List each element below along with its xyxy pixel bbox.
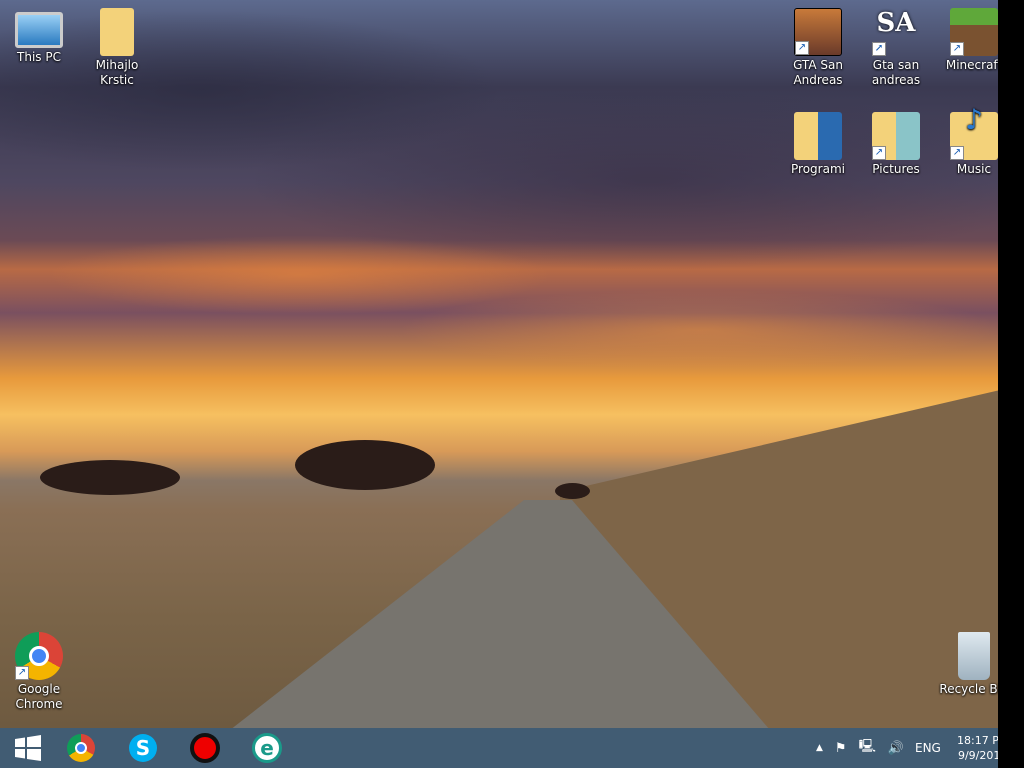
pictures-folder-icon: ↗ (872, 112, 920, 160)
action-center-flag-icon[interactable]: ⚑ (835, 741, 847, 756)
gta-icon: ↗ (794, 8, 842, 56)
recycle-bin-icon (958, 632, 990, 680)
skype-icon: S (129, 734, 157, 762)
desktop-icon-music[interactable]: ♪ ↗ Music (936, 106, 998, 177)
sa-logo-icon: SA ↗ (872, 8, 920, 56)
taskbar: S e ▲ ⚑ 🖳 🔊 ENG 18:17 PM 9/9/2014 (0, 728, 1008, 768)
icon-label: Music (956, 162, 992, 176)
computer-icon (15, 12, 63, 48)
desktop-icon-programi[interactable]: Programi (780, 106, 856, 177)
show-hidden-icons-button[interactable]: ▲ (816, 743, 823, 753)
eset-icon: e (252, 733, 282, 763)
icon-label: Minecraft (945, 58, 998, 72)
wallpaper-tree (40, 460, 180, 495)
desktop-icon-user[interactable]: Mihajlo Krstic (79, 2, 155, 88)
desktop[interactable]: This PC Mihajlo Krstic ↗ GTA San Andreas… (0, 0, 998, 728)
chrome-icon: ↗ (15, 632, 63, 680)
windows-logo-icon (15, 735, 41, 761)
taskbar-eset[interactable]: e (239, 730, 295, 766)
icon-label: Pictures (872, 162, 920, 176)
icon-label: Gta san andreas (871, 58, 921, 87)
screen-edge (998, 0, 1024, 768)
wallpaper-tree (295, 440, 435, 490)
folder-icon (794, 112, 842, 160)
network-icon[interactable]: 🖳 (859, 737, 876, 759)
icon-label: GTA San Andreas (793, 58, 843, 87)
language-label: ENG (915, 741, 941, 755)
taskbar-skype[interactable]: S (115, 730, 171, 766)
desktop-icon-recycle-bin[interactable]: Recycle Bin (936, 626, 998, 697)
taskbar-recorder[interactable] (177, 730, 233, 766)
desktop-icon-this-pc[interactable]: This PC (1, 2, 77, 65)
taskbar-chrome[interactable] (53, 730, 109, 766)
icon-label: Recycle Bin (939, 682, 998, 696)
desktop-icon-gta-sa[interactable]: SA ↗ Gta san andreas (858, 2, 934, 88)
icon-label: Google Chrome (15, 682, 63, 711)
desktop-icon-chrome[interactable]: ↗ Google Chrome (1, 626, 77, 712)
system-tray: ▲ ⚑ 🖳 🔊 (816, 728, 904, 768)
start-button[interactable] (0, 730, 56, 766)
volume-icon[interactable]: 🔊 (888, 741, 904, 756)
record-icon (190, 733, 220, 763)
wallpaper-tree (555, 483, 590, 499)
minecraft-icon: ↗ (950, 8, 998, 56)
chrome-icon (67, 734, 95, 762)
icon-label: Programi (791, 162, 845, 176)
icon-label: Mihajlo Krstic (95, 58, 139, 87)
desktop-icon-gta-san-andreas[interactable]: ↗ GTA San Andreas (780, 2, 856, 88)
desktop-icon-minecraft[interactable]: ↗ Minecraft (936, 2, 998, 73)
music-folder-icon: ♪ ↗ (950, 106, 998, 160)
desktop-icon-pictures[interactable]: ↗ Pictures (858, 106, 934, 177)
user-folder-icon (100, 8, 134, 56)
icon-label: This PC (17, 50, 61, 64)
language-indicator[interactable]: ENG (915, 728, 941, 768)
